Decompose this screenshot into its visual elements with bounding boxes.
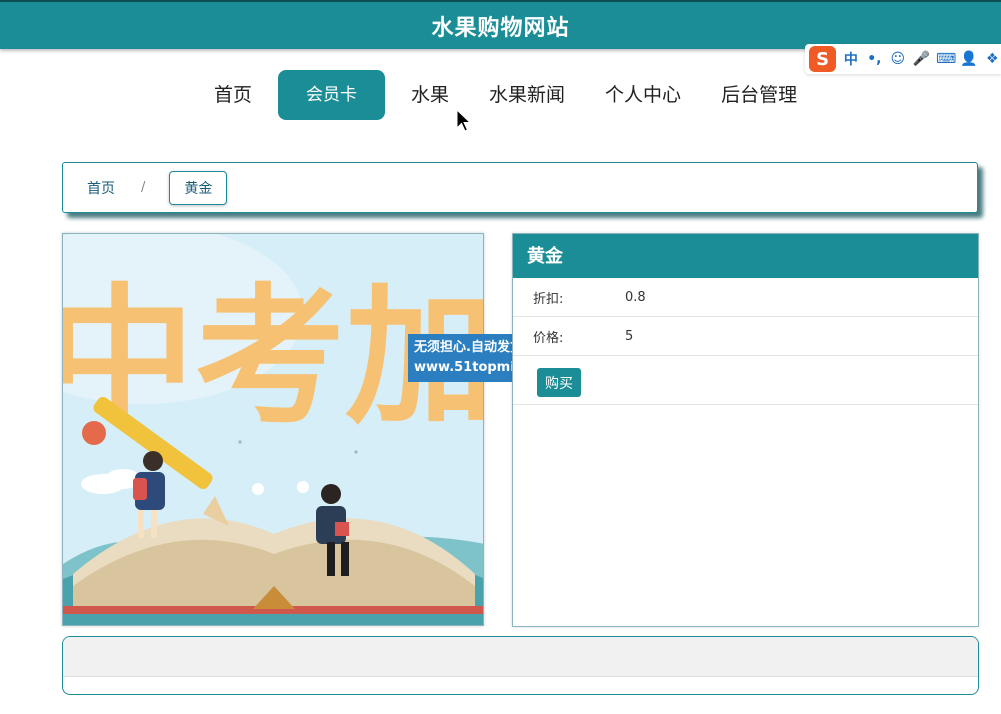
discount-value: 0.8 <box>625 289 646 305</box>
detail-row: 价格: 5 <box>513 317 978 356</box>
price-value: 5 <box>625 328 634 344</box>
ime-chinese-mode[interactable]: 中 <box>842 49 859 69</box>
nav-home[interactable]: 首页 <box>200 70 266 120</box>
site-title: 水果购物网站 <box>431 15 570 41</box>
ime-punctuation-icon[interactable]: •, <box>866 51 883 67</box>
breadcrumb: 首页 / 黄金 <box>62 162 978 213</box>
detail-row: 折扣: 0.8 <box>513 278 978 317</box>
buy-row: 购买 <box>513 356 978 405</box>
bottom-panel-header <box>63 637 978 677</box>
main-nav: 首页 会员卡 水果 水果新闻 个人中心 后台管理 <box>200 70 823 120</box>
nav-fruit-news[interactable]: 水果新闻 <box>475 70 579 120</box>
discount-label: 折扣: <box>533 291 564 307</box>
card-title: 黄金 <box>513 234 978 278</box>
ime-toolbar[interactable]: S 中 •, ☺ 🎤 ⌨ 👤 ❖ <box>805 44 1001 74</box>
buy-button[interactable]: 购买 <box>537 368 581 397</box>
ime-emoji-icon[interactable]: ☺ <box>889 51 906 67</box>
price-label: 价格: <box>533 330 564 346</box>
nav-personal-center[interactable]: 个人中心 <box>591 70 695 120</box>
ime-voice-icon[interactable]: 🎤 <box>913 51 930 67</box>
bottom-panel <box>62 636 979 695</box>
ime-skin-icon[interactable]: ❖ <box>984 51 1001 67</box>
site-header: 水果购物网站 <box>0 0 1001 49</box>
breadcrumb-separator: / <box>141 180 146 195</box>
nav-admin[interactable]: 后台管理 <box>707 70 811 120</box>
product-image: 中考加油 <box>62 233 484 626</box>
sogou-logo-icon[interactable]: S <box>809 46 837 72</box>
nav-fruit[interactable]: 水果 <box>397 70 463 120</box>
ime-user-icon[interactable]: 👤 <box>960 51 977 67</box>
nav-membership-card[interactable]: 会员卡 <box>278 70 386 120</box>
membership-card-detail: 黄金 折扣: 0.8 价格: 5 购买 <box>512 233 979 627</box>
breadcrumb-home[interactable]: 首页 <box>87 178 115 198</box>
ime-keyboard-icon[interactable]: ⌨ <box>936 51 956 67</box>
breadcrumb-current[interactable]: 黄金 <box>169 170 228 205</box>
exam-encouragement-illustration: 中考加油 <box>63 234 483 625</box>
mouse-cursor-icon <box>456 109 472 132</box>
